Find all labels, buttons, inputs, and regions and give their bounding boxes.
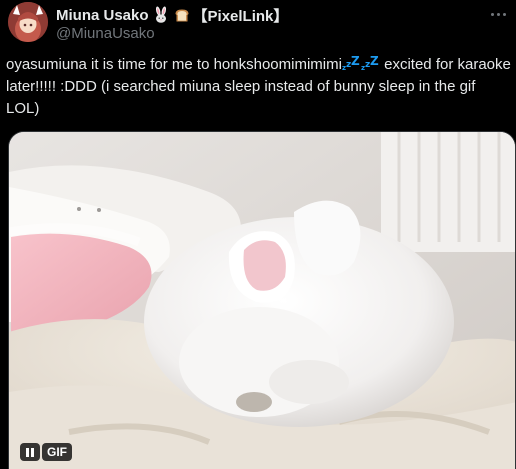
rabbit-emoji-icon [152, 6, 170, 24]
zzz-emoji-icon: z z Z z z Z [342, 54, 380, 72]
pause-button[interactable] [20, 443, 40, 461]
author-tag: 【PixelLink】 [192, 7, 289, 25]
sleeping-bunny-image [9, 132, 515, 469]
bread-emoji-icon [173, 6, 191, 24]
more-options-button[interactable] [488, 4, 508, 24]
gif-media[interactable]: GIF [8, 131, 516, 469]
author-line: Miuna Usako 【PixelLink】 [56, 5, 288, 25]
svg-text:Z: Z [351, 55, 360, 68]
pause-icon [26, 447, 29, 457]
svg-text:Z: Z [370, 55, 379, 68]
more-dot-icon [490, 12, 494, 16]
gif-badge: GIF [42, 443, 72, 461]
tweet: Miuna Usako 【PixelLink】 @MiunaUsako oyas… [0, 0, 516, 469]
tweet-text-part-1: oyasumiuna it is time for me to honkshoo… [6, 56, 342, 73]
gif-controls: GIF [20, 443, 72, 461]
tweet-text: oyasumiuna it is time for me to honkshoo… [6, 54, 512, 120]
author-handle[interactable]: @MiunaUsako [56, 25, 155, 42]
display-name[interactable]: Miuna Usako [56, 7, 149, 24]
avatar[interactable] [8, 2, 48, 42]
